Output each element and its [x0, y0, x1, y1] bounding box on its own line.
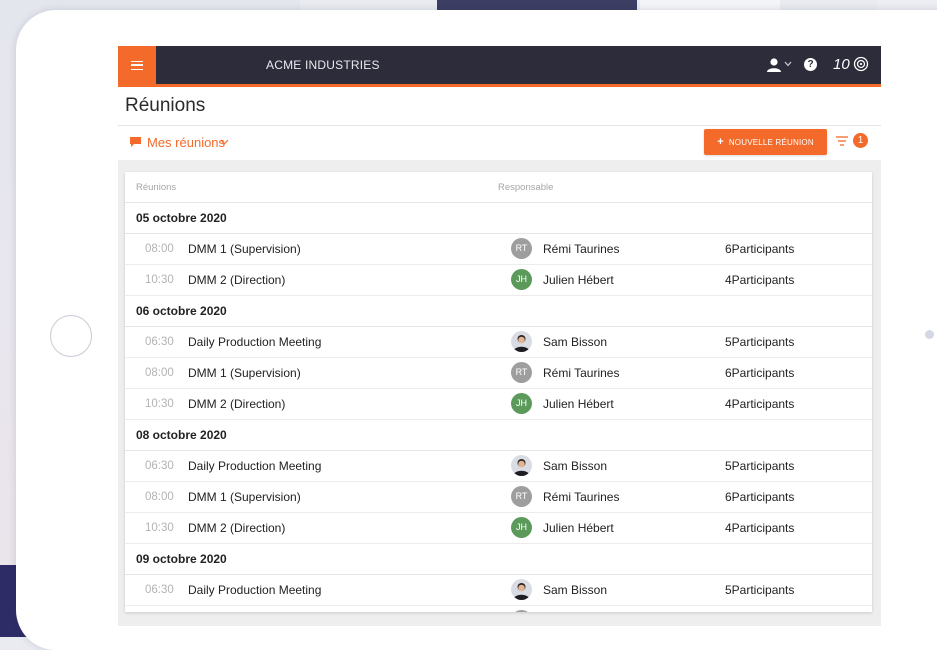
- date-group-header: 06 octobre 2020: [125, 296, 872, 327]
- meeting-name: DMM 2 (Direction): [188, 397, 286, 411]
- person-photo-icon: [513, 583, 530, 600]
- meeting-row[interactable]: 06:30 Daily Production Meeting Sam Bisson 5…: [125, 451, 872, 482]
- date-group-header: 09 octobre 2020: [125, 544, 872, 575]
- meeting-row[interactable]: 10:30 DMM 2 (Direction) JH Julien Hébert 4Pa…: [125, 265, 872, 296]
- responsible-name: Sam Bisson: [543, 459, 608, 473]
- meeting-time: 08:00: [145, 491, 174, 503]
- meeting-row[interactable]: 08:00 DMM 1 (Supervision) RT Rémi Taurines 6…: [125, 358, 872, 389]
- date-group-header: 05 octobre 2020: [125, 203, 872, 234]
- toolbar: Mes réunions + NOUVELLE RÉUNION 1: [118, 126, 881, 160]
- menu-button[interactable]: [118, 46, 156, 84]
- app-bar: ACME INDUSTRIES ? 10: [118, 46, 881, 84]
- meeting-row[interactable]: 08:00 DMM 1 (Supervision) RT Rémi Taurines 6…: [125, 234, 872, 265]
- meeting-name: DMM 2 (Direction): [188, 273, 286, 287]
- app-screen: ACME INDUSTRIES ? 10 Réunions Mes réunio…: [118, 46, 881, 626]
- user-icon[interactable]: [766, 58, 782, 72]
- meeting-time: 06:30: [145, 460, 174, 472]
- meeting-time: 10:30: [145, 522, 174, 534]
- participants-count: 6Participants: [725, 366, 795, 380]
- avatar: JH: [511, 269, 532, 290]
- meeting-row[interactable]: 08:00DMM 1 (Supervision)RTRémi Taurines6…: [125, 606, 872, 612]
- avatar: RT: [511, 238, 532, 259]
- my-meetings-dropdown[interactable]: Mes réunions: [147, 135, 225, 150]
- signal-icon: [853, 56, 869, 72]
- table-header: Réunions Responsable: [125, 172, 872, 203]
- hamburger-icon: [131, 60, 143, 70]
- participants-count: 5Participants: [725, 335, 795, 349]
- avatar: RT: [511, 486, 532, 507]
- page-title: Réunions: [125, 95, 206, 116]
- filter-icon[interactable]: [835, 135, 849, 147]
- chevron-down-icon[interactable]: [784, 61, 792, 67]
- responsible-name: Julien Hébert: [543, 521, 614, 535]
- meetings-table: Réunions Responsable 05 octobre 2020 08:0…: [125, 172, 872, 612]
- responsible-name: Rémi Taurines: [543, 366, 620, 380]
- meeting-name: DMM 1 (Supervision): [188, 490, 301, 504]
- meeting-time: 10:30: [145, 274, 174, 286]
- avatar: JH: [511, 517, 532, 538]
- responsible-name: Sam Bisson: [543, 335, 608, 349]
- participants-count: 4Participants: [725, 397, 795, 411]
- meeting-name: DMM 1 (Supervision): [188, 366, 301, 380]
- chat-icon: [130, 137, 141, 147]
- meeting-name: Daily Production Meeting: [188, 459, 322, 473]
- date-group-header: 08 octobre 2020: [125, 420, 872, 451]
- column-header-meetings: Réunions: [136, 182, 177, 193]
- responsible-name: Rémi Taurines: [543, 490, 620, 504]
- help-icon[interactable]: ?: [804, 58, 817, 71]
- meeting-row[interactable]: 10:30 DMM 2 (Direction) JH Julien Hébert 4Pa…: [125, 389, 872, 420]
- filter-count-badge: 1: [853, 133, 868, 148]
- meeting-row[interactable]: 06:30 Daily Production Meeting Sam Bisson 5…: [125, 327, 872, 358]
- avatar: RT: [511, 610, 532, 612]
- new-meeting-button[interactable]: + NOUVELLE RÉUNION: [704, 129, 827, 155]
- meeting-name: Daily Production Meeting: [188, 335, 322, 349]
- participants-count: 4Participants: [725, 273, 795, 287]
- person-photo-icon: [513, 459, 530, 476]
- brand-logo-text: 10: [833, 56, 850, 73]
- participants-count: 5Participants: [725, 583, 795, 597]
- plus-icon: +: [717, 136, 724, 148]
- avatar: [511, 579, 532, 600]
- chevron-down-icon[interactable]: [220, 139, 229, 145]
- meeting-row[interactable]: 06:30 Daily Production Meeting Sam Bisson 5…: [125, 575, 872, 606]
- meeting-row[interactable]: 08:00 DMM 1 (Supervision) RT Rémi Taurines 6…: [125, 482, 872, 513]
- participants-count: 6Participants: [725, 490, 795, 504]
- camera-dot: [925, 330, 934, 339]
- participants-count: 6Participants: [725, 242, 795, 256]
- meeting-name: Daily Production Meeting: [188, 583, 322, 597]
- responsible-name: Julien Hébert: [543, 273, 614, 287]
- participants-count: 5Participants: [725, 459, 795, 473]
- meeting-time: 06:30: [145, 584, 174, 596]
- meeting-name: DMM 2 (Direction): [188, 521, 286, 535]
- company-name: ACME INDUSTRIES: [266, 58, 380, 72]
- new-meeting-label: NOUVELLE RÉUNION: [728, 137, 814, 147]
- table-body: 05 octobre 2020 08:00 DMM 1 (Supervision) R…: [125, 203, 872, 612]
- person-photo-icon: [513, 335, 530, 352]
- responsible-name: Rémi Taurines: [543, 242, 620, 256]
- avatar: [511, 455, 532, 476]
- avatar: JH: [511, 393, 532, 414]
- column-header-responsible: Responsable: [498, 182, 554, 193]
- meeting-row[interactable]: 10:30 DMM 2 (Direction) JH Julien Hébert 4Pa…: [125, 513, 872, 544]
- meeting-name: DMM 1 (Supervision): [188, 242, 301, 256]
- avatar: [511, 331, 532, 352]
- meeting-time: 10:30: [145, 398, 174, 410]
- meeting-time: 08:00: [145, 243, 174, 255]
- avatar: RT: [511, 362, 532, 383]
- responsible-name: Julien Hébert: [543, 397, 614, 411]
- home-button: [50, 315, 92, 357]
- page-header: Réunions: [118, 87, 881, 126]
- meeting-time: 08:00: [145, 367, 174, 379]
- meeting-time: 06:30: [145, 336, 174, 348]
- participants-count: 4Participants: [725, 521, 795, 535]
- responsible-name: Sam Bisson: [543, 583, 608, 597]
